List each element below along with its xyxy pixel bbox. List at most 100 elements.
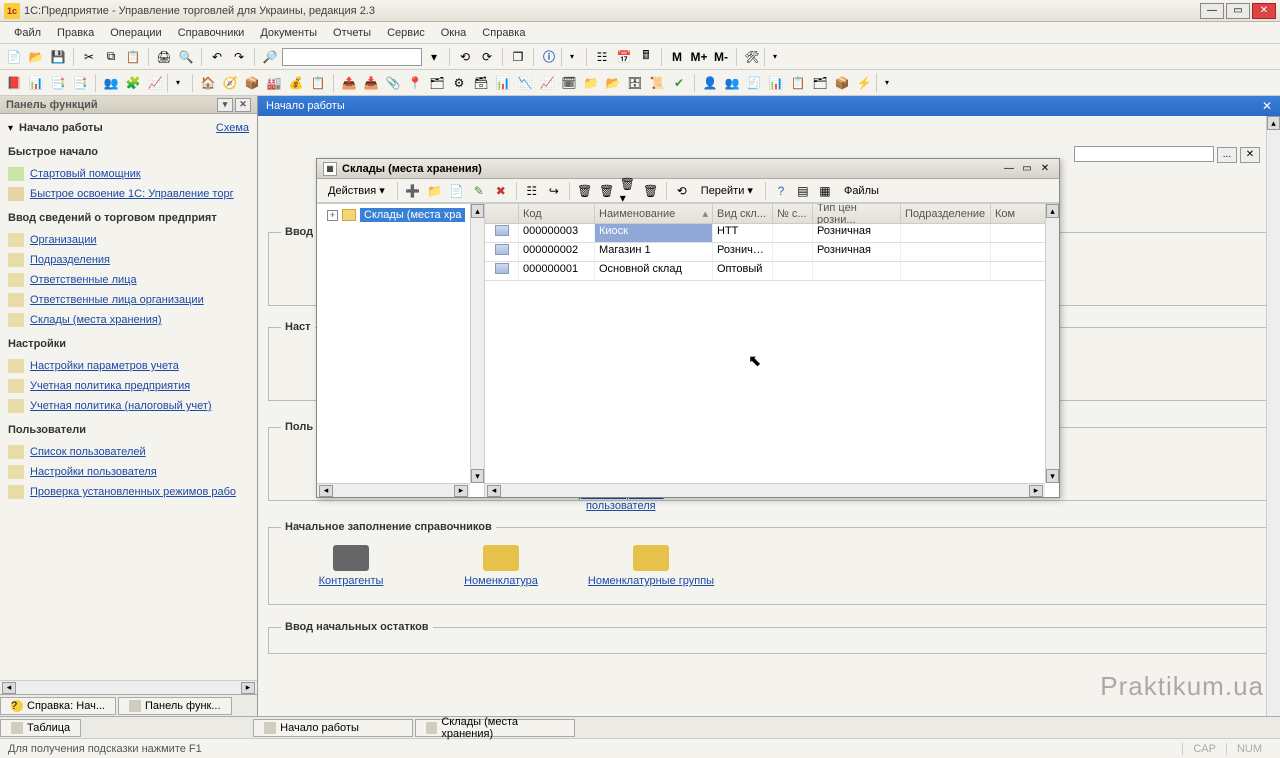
icon-32[interactable]: 🧾 bbox=[744, 73, 764, 93]
icon-11[interactable]: 🏭 bbox=[264, 73, 284, 93]
sidebar-item-orgs[interactable]: Организации bbox=[8, 230, 249, 250]
refresh2-icon[interactable]: ⟳ bbox=[477, 47, 497, 67]
search-icon[interactable]: 🔎 bbox=[260, 47, 280, 67]
hierarchy-icon[interactable]: ☷ bbox=[522, 181, 542, 201]
copy-icon[interactable]: ⧉ bbox=[101, 47, 121, 67]
help-icon[interactable]: ? bbox=[771, 181, 791, 201]
icon-8[interactable]: 🏠 bbox=[198, 73, 218, 93]
icon-10[interactable]: 📦 bbox=[242, 73, 262, 93]
copy-item-icon[interactable]: 📄 bbox=[447, 181, 467, 201]
print-icon[interactable]: 🖨 bbox=[154, 47, 174, 67]
icon-5[interactable]: 👥 bbox=[101, 73, 121, 93]
grid-hscroll[interactable]: ◂▸ bbox=[485, 483, 1045, 497]
dropdown-icon[interactable]: ▾ bbox=[424, 47, 444, 67]
panel-close-button[interactable]: ✕ bbox=[235, 98, 251, 112]
tab-start[interactable]: Начало работы bbox=[253, 719, 413, 737]
edit-icon[interactable]: ✎ bbox=[469, 181, 489, 201]
icon-22[interactable]: 📉 bbox=[515, 73, 535, 93]
delete-icon[interactable]: ✖ bbox=[491, 181, 511, 201]
icon-28[interactable]: 📜 bbox=[647, 73, 667, 93]
schema-link[interactable]: Схема bbox=[216, 122, 249, 134]
icon-31[interactable]: 👥 bbox=[722, 73, 742, 93]
icon-13[interactable]: 📋 bbox=[308, 73, 328, 93]
icon-35[interactable]: 🗂 bbox=[810, 73, 830, 93]
icon-21[interactable]: 📊 bbox=[493, 73, 513, 93]
calendar-icon[interactable]: 📅 bbox=[614, 47, 634, 67]
icon-4[interactable]: 📑 bbox=[70, 73, 90, 93]
minimize-button[interactable]: — bbox=[1200, 3, 1224, 19]
sidebar-item-params[interactable]: Настройки параметров учета bbox=[8, 356, 249, 376]
tree-root[interactable]: + Склады (места хра bbox=[323, 206, 478, 224]
dd-37[interactable]: ▾ bbox=[876, 73, 896, 93]
add-icon[interactable]: ➕ bbox=[403, 181, 423, 201]
icon-29[interactable]: ✔ bbox=[669, 73, 689, 93]
dots-button[interactable]: ... bbox=[1217, 147, 1237, 163]
table-row[interactable]: 000000001 Основной склад Оптовый bbox=[485, 262, 1059, 281]
icon-25[interactable]: 📁 bbox=[581, 73, 601, 93]
dialog-maximize-button[interactable]: ▭ bbox=[1019, 162, 1035, 176]
card-nomenclature[interactable]: Номенклатура bbox=[431, 545, 571, 587]
save-icon[interactable]: 💾 bbox=[48, 47, 68, 67]
tree-expand-icon[interactable]: + bbox=[327, 210, 338, 221]
icon-27[interactable]: 🗄 bbox=[625, 73, 645, 93]
icon-36[interactable]: 📦 bbox=[832, 73, 852, 93]
actions-button[interactable]: Действия ▾ bbox=[321, 182, 392, 200]
scroll-right-icon[interactable]: ▸ bbox=[241, 682, 255, 694]
search-input[interactable] bbox=[282, 48, 422, 66]
menu-operations[interactable]: Операции bbox=[102, 25, 169, 41]
icon-33[interactable]: 📊 bbox=[766, 73, 786, 93]
icon-3[interactable]: 📑 bbox=[48, 73, 68, 93]
new-icon[interactable]: 📄 bbox=[4, 47, 24, 67]
tools-icon[interactable]: 🛠 bbox=[742, 47, 762, 67]
dd-7[interactable]: ▾ bbox=[167, 73, 187, 93]
dialog-minimize-button[interactable]: — bbox=[1001, 162, 1017, 176]
sidebar-item-policy[interactable]: Учетная политика предприятия bbox=[8, 376, 249, 396]
filter-set-icon[interactable]: 🗑▾ bbox=[619, 181, 639, 201]
icon-16[interactable]: 📎 bbox=[383, 73, 403, 93]
sidebar-item-usersettings[interactable]: Настройки пользователя bbox=[8, 462, 249, 482]
table-row[interactable]: 000000003 Киоск НТТ Розничная bbox=[485, 224, 1059, 243]
menu-reports[interactable]: Отчеты bbox=[325, 25, 379, 41]
menu-service[interactable]: Сервис bbox=[379, 25, 433, 41]
sidebar-item-resporg[interactable]: Ответственные лица организации bbox=[8, 290, 249, 310]
sidepanel-hscroll[interactable]: ◂ ▸ bbox=[0, 680, 257, 694]
sidebar-item-warehouses[interactable]: Склады (места хранения) bbox=[8, 310, 249, 330]
tree-hscroll[interactable]: ◂▸ bbox=[317, 483, 470, 497]
add-folder-icon[interactable]: 📁 bbox=[425, 181, 445, 201]
tree-vscroll[interactable]: ▴ ▾ bbox=[470, 204, 484, 483]
card-counterparties[interactable]: Контрагенты bbox=[281, 545, 421, 587]
layout1-icon[interactable]: ▤ bbox=[793, 181, 813, 201]
x-button[interactable]: ✕ bbox=[1240, 147, 1260, 163]
dialog-close-button[interactable]: ✕ bbox=[1037, 162, 1053, 176]
top-input[interactable] bbox=[1074, 146, 1214, 162]
sidebar-item-depts[interactable]: Подразделения bbox=[8, 250, 249, 270]
icon-12[interactable]: 💰 bbox=[286, 73, 306, 93]
refresh-icon[interactable]: ⟲ bbox=[455, 47, 475, 67]
maximize-button[interactable]: ▭ bbox=[1226, 3, 1250, 19]
paste-icon[interactable]: 📋 bbox=[123, 47, 143, 67]
menu-documents[interactable]: Документы bbox=[252, 25, 325, 41]
filter-clear-icon[interactable]: 🗑 bbox=[641, 181, 661, 201]
m-button[interactable]: M bbox=[667, 47, 687, 67]
tab-warehouses[interactable]: Склады (места хранения) bbox=[415, 719, 575, 737]
list-icon[interactable]: ☷ bbox=[592, 47, 612, 67]
menu-windows[interactable]: Окна bbox=[433, 25, 475, 41]
grid-vscroll[interactable]: ▴ ▾ bbox=[1045, 204, 1059, 483]
icon-1[interactable]: 📕 bbox=[4, 73, 24, 93]
icon-19[interactable]: ⚙ bbox=[449, 73, 469, 93]
menu-edit[interactable]: Правка bbox=[49, 25, 102, 41]
col-code[interactable]: Код bbox=[519, 204, 595, 223]
menu-directories[interactable]: Справочники bbox=[170, 25, 253, 41]
scroll-left-icon[interactable]: ◂ bbox=[2, 682, 16, 694]
icon-2[interactable]: 📊 bbox=[26, 73, 46, 93]
filter-icon[interactable]: 🗑 bbox=[575, 181, 595, 201]
icon-14[interactable]: 📤 bbox=[339, 73, 359, 93]
tools-dropdown[interactable]: ▾ bbox=[764, 47, 784, 67]
icon-34[interactable]: 📋 bbox=[788, 73, 808, 93]
tab-help[interactable]: ?Справка: Нач... bbox=[0, 697, 116, 715]
sidebar-item-checkmodes[interactable]: Проверка установленных режимов рабо bbox=[8, 482, 249, 502]
tab-table[interactable]: Таблица bbox=[0, 719, 81, 737]
cut-icon[interactable]: ✂ bbox=[79, 47, 99, 67]
icon-30[interactable]: 👤 bbox=[700, 73, 720, 93]
close-button[interactable]: ✕ bbox=[1252, 3, 1276, 19]
